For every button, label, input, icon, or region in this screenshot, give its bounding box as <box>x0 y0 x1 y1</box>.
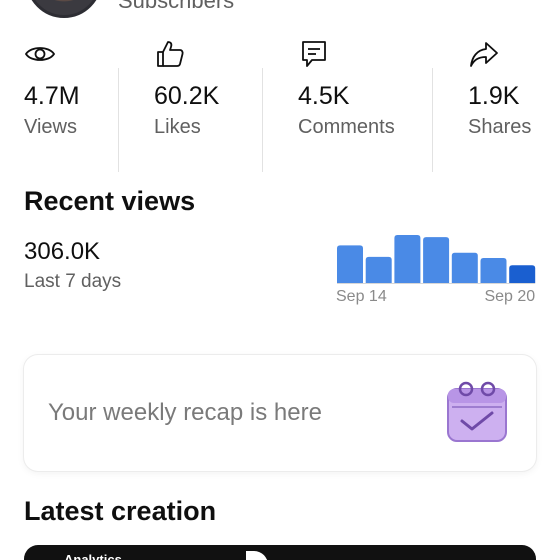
chart-bar <box>480 257 507 283</box>
recent-views-value: 306.0K <box>24 238 101 265</box>
latest-creation-card[interactable]: Analytics <box>24 545 536 560</box>
stat-label: Views <box>24 116 77 138</box>
divider <box>118 68 119 172</box>
stat-label: Shares <box>468 116 532 138</box>
stat-value: 4.5K <box>298 82 350 110</box>
chart-tick-label: Sep 14 <box>336 288 387 305</box>
chart-bar <box>394 235 421 283</box>
chart-bar <box>509 265 536 283</box>
thumbs-up-icon <box>157 41 184 67</box>
chart-bar <box>451 252 478 283</box>
stat-label: Likes <box>154 116 201 138</box>
stat-value: 60.2K <box>154 82 220 110</box>
weekly-recap-card[interactable]: Your weekly recap is here <box>24 355 536 471</box>
stats-row: 4.7M Views 60.2K Likes 4.5K Comments 1.9… <box>0 32 560 172</box>
share-icon <box>470 42 498 67</box>
comment-icon <box>302 41 326 67</box>
calendar-check-icon <box>447 381 507 442</box>
recap-text: Your weekly recap is here <box>48 399 322 426</box>
chart-bar <box>365 256 392 283</box>
divider <box>262 68 263 172</box>
latest-creation-title: Latest creation <box>24 496 217 526</box>
eye-icon <box>24 47 56 61</box>
chart-bar <box>423 237 450 283</box>
channel-header: Subscribers <box>0 0 560 30</box>
latest-creation-card-label: Analytics <box>64 552 122 560</box>
stat-label: Comments <box>298 116 395 138</box>
stat-value: 4.7M <box>24 82 80 110</box>
stat-value: 1.9K <box>468 82 520 110</box>
latest-creation-thumbnail <box>246 551 268 560</box>
chart-bar <box>337 245 363 283</box>
recent-views-chart[interactable]: Sep 14 Sep 20 <box>330 228 545 314</box>
recent-views-title: Recent views <box>24 186 196 216</box>
chart-tick-label: Sep 20 <box>484 288 535 305</box>
subscribers-label: Subscribers <box>118 0 235 13</box>
divider <box>432 68 433 172</box>
avatar[interactable] <box>26 0 102 18</box>
recent-views-period: Last 7 days <box>24 271 122 292</box>
